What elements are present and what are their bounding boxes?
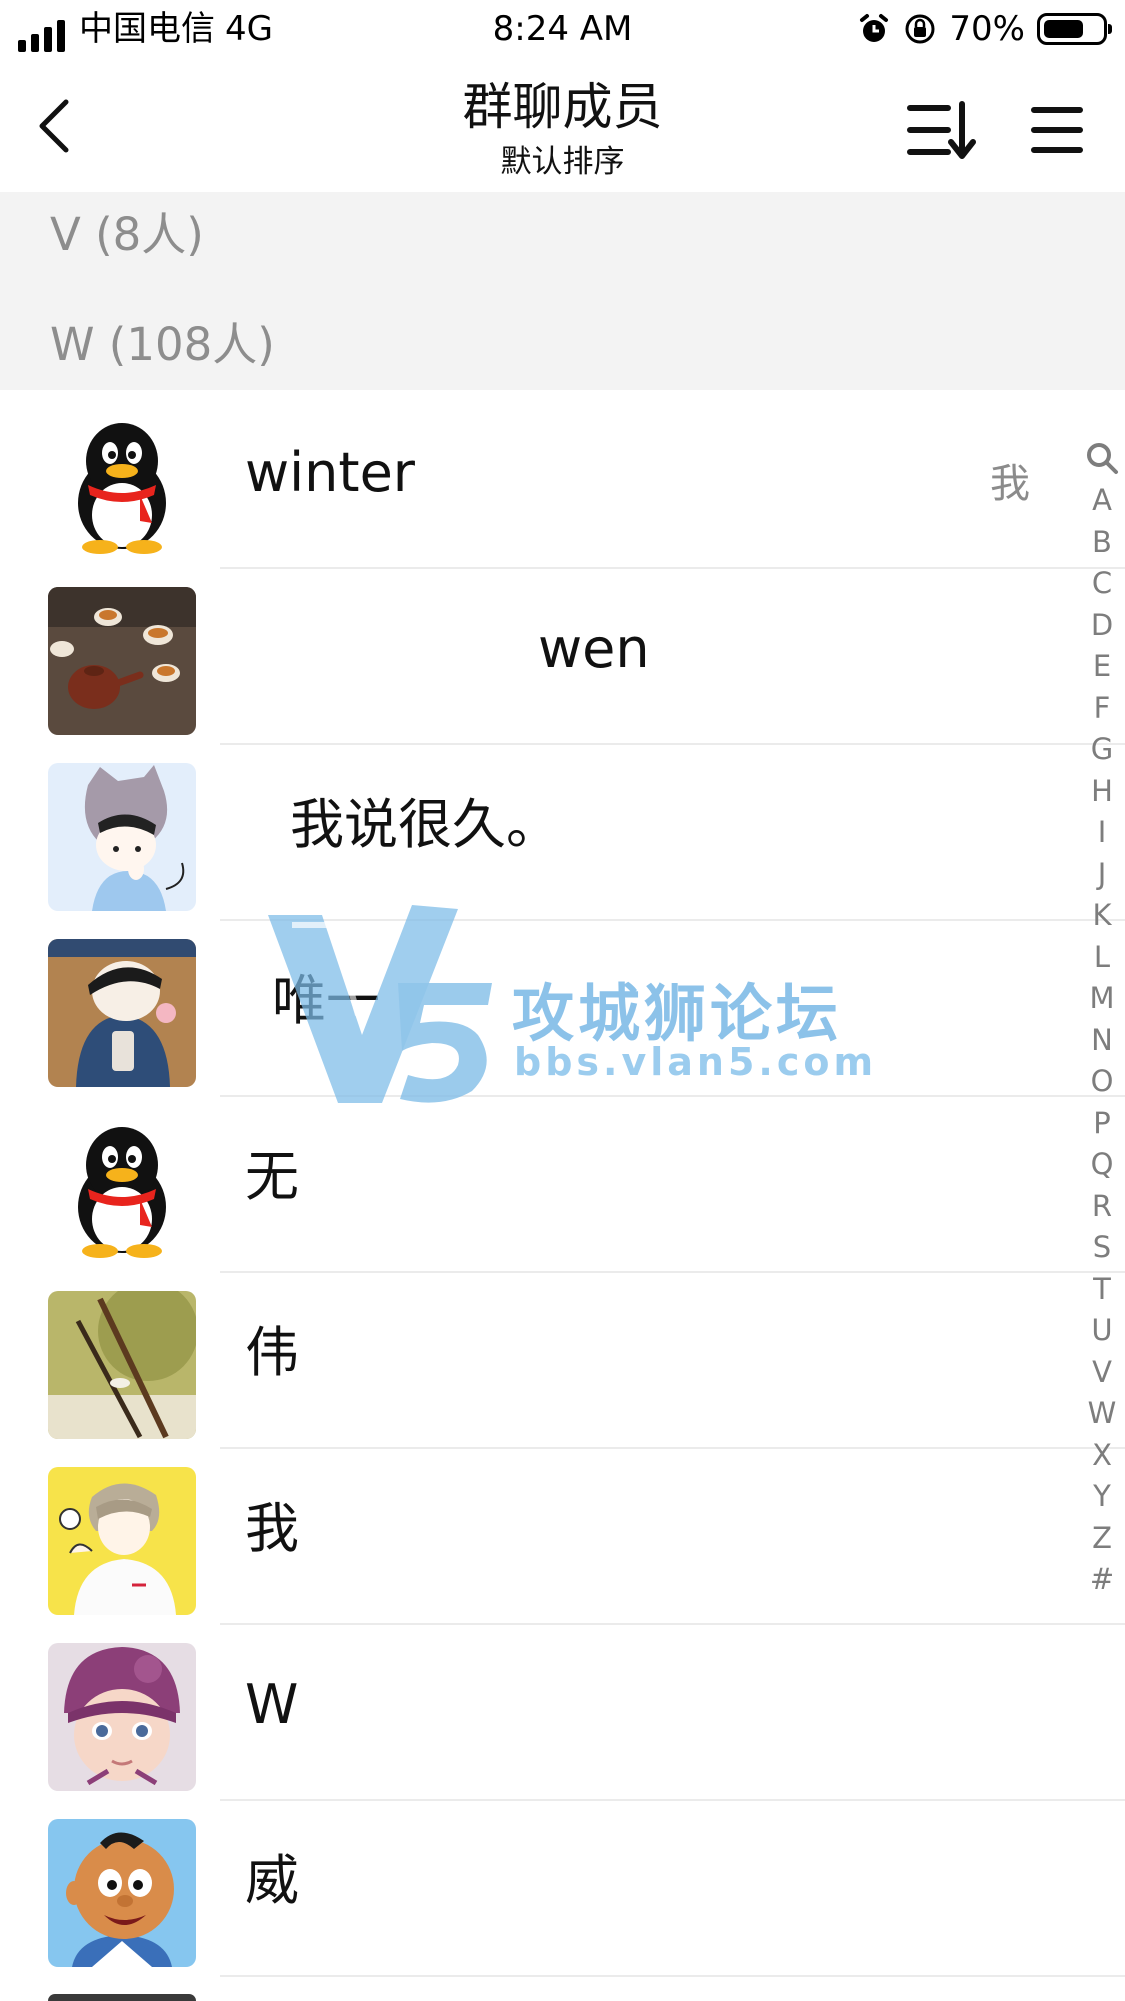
index-letter-e[interactable]: E (1082, 646, 1122, 688)
alphabet-index-bar[interactable]: A B C D E F G H I J K L M N O P Q R S T U V W X Y Z # (1082, 438, 1122, 1601)
index-letter-o[interactable]: O (1082, 1061, 1122, 1103)
member-row-wo-shuo-hen-jiu[interactable]: 我说很久。 (0, 745, 1125, 921)
status-bar: 中国电信 4G 8:24 AM 70% (0, 0, 1125, 58)
index-letter-w[interactable]: W (1082, 1393, 1122, 1435)
avatar (48, 1819, 196, 1967)
qq-penguin-icon (48, 1115, 196, 1263)
section-header-v[interactable]: V (8人) (50, 198, 204, 263)
index-letter-m[interactable]: M (1082, 978, 1122, 1020)
sort-icon[interactable] (906, 98, 978, 164)
menu-icon[interactable] (1030, 100, 1084, 160)
baby-purple-hat-icon (48, 1643, 196, 1791)
divider (220, 1975, 1125, 1977)
search-icon[interactable] (1082, 438, 1122, 478)
watermark: 攻城狮论坛 bbs.vlan5.com (262, 905, 882, 1105)
index-letter-s[interactable]: S (1082, 1227, 1122, 1269)
index-letter-t[interactable]: T (1082, 1269, 1122, 1311)
member-row-wu[interactable]: 无 (0, 1097, 1125, 1273)
member-row-w[interactable]: W (0, 1625, 1125, 1801)
index-letter-j[interactable]: J (1082, 854, 1122, 896)
index-letter-q[interactable]: Q (1082, 1144, 1122, 1186)
index-letter-z[interactable]: Z (1082, 1518, 1122, 1560)
avatar (48, 939, 196, 1087)
index-letter-l[interactable]: L (1082, 937, 1122, 979)
status-right: 70% (857, 6, 1112, 52)
index-letter-u[interactable]: U (1082, 1310, 1122, 1352)
member-row-wo[interactable]: 我 (0, 1449, 1125, 1625)
member-name: winter (245, 441, 415, 504)
self-tag: 我 (990, 461, 1030, 507)
index-letter-h[interactable]: H (1082, 771, 1122, 813)
cartoon-bald-boy-icon (48, 1819, 196, 1967)
brush-pen-photo-icon (48, 1291, 196, 1439)
index-letter-b[interactable]: B (1082, 522, 1122, 564)
index-letter-y[interactable]: Y (1082, 1476, 1122, 1518)
avatar (48, 587, 196, 735)
tea-set-photo-icon (48, 587, 196, 735)
section-header-w: W (108人) (50, 318, 275, 371)
member-row-wei[interactable]: 伟 (0, 1273, 1125, 1449)
member-name: W (245, 1673, 299, 1736)
index-letter-c[interactable]: C (1082, 563, 1122, 605)
member-row-wei-2[interactable]: 威 (0, 1801, 1125, 1977)
index-letter-i[interactable]: I (1082, 812, 1122, 854)
index-letter-g[interactable]: G (1082, 729, 1122, 771)
index-letter-x[interactable]: X (1082, 1435, 1122, 1477)
index-letter-d[interactable]: D (1082, 605, 1122, 647)
cartoon-boy-cap-icon (48, 939, 196, 1087)
member-name: 我说很久。 (290, 793, 560, 856)
anime-boy-yellow-icon (48, 1467, 196, 1615)
index-letter-r[interactable]: R (1082, 1186, 1122, 1228)
battery-icon (1037, 13, 1112, 45)
alarm-icon (860, 14, 889, 42)
avatar (48, 1467, 196, 1615)
index-letter-hash[interactable]: # (1082, 1559, 1122, 1601)
index-letter-k[interactable]: K (1082, 895, 1122, 937)
member-name: wen (538, 617, 650, 680)
member-name: 伟 (245, 1321, 299, 1384)
avatar (48, 763, 196, 911)
next-avatar-partial (48, 1994, 196, 2001)
avatar (48, 1643, 196, 1791)
avatar (48, 1115, 196, 1263)
avatar (48, 1291, 196, 1439)
member-name: 我 (245, 1497, 299, 1560)
avatar (48, 411, 196, 559)
index-letter-a[interactable]: A (1082, 480, 1122, 522)
member-name: 威 (245, 1849, 299, 1912)
index-letter-f[interactable]: F (1082, 688, 1122, 730)
navigation-bar: 群聊成员 默认排序 (0, 58, 1125, 192)
member-name: 无 (245, 1145, 299, 1208)
index-letter-v[interactable]: V (1082, 1352, 1122, 1394)
index-letters[interactable]: A B C D E F G H I J K L M N O P Q R S T U V W X Y Z # (1082, 480, 1122, 1601)
index-letter-n[interactable]: N (1082, 1020, 1122, 1062)
battery-percent: 70% (949, 9, 1025, 49)
qq-penguin-icon (48, 411, 196, 559)
index-letter-p[interactable]: P (1082, 1103, 1122, 1145)
section-header-area: V (8人) W (108人) (0, 192, 1125, 390)
member-row-winter[interactable]: winter 我 (0, 393, 1125, 569)
member-row-wen[interactable]: wen (0, 569, 1125, 745)
v5-logo-icon (268, 905, 492, 1103)
rotation-lock-icon (905, 14, 935, 44)
watermark-url: bbs.vlan5.com (514, 1040, 878, 1084)
cartoon-child-icon (48, 763, 196, 911)
